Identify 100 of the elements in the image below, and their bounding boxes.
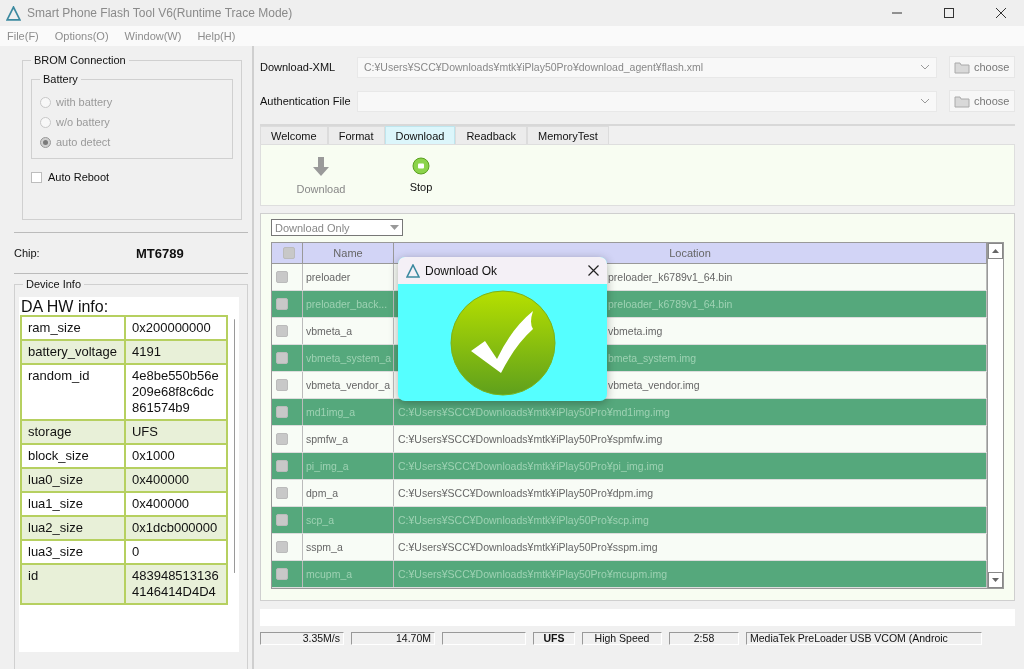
- table-cell: 4e8be550b56e209e68f8c6dc861574b9: [125, 364, 227, 420]
- table-cell: dpm_a: [306, 487, 339, 499]
- logo-icon: [406, 263, 420, 278]
- table-cell: scp_a: [306, 514, 335, 526]
- table-cell: C:¥Users¥SCC¥Downloads¥mtk¥iPlay50Pro¥sspm.img: [398, 541, 658, 553]
- table-cell: 0x1000: [125, 444, 227, 468]
- table-cell: id: [21, 564, 125, 604]
- chip-value: MT6789: [136, 245, 184, 261]
- table-cell: ram_size: [21, 316, 125, 340]
- table-cell: storage: [21, 420, 125, 444]
- group-title: Battery: [40, 73, 81, 85]
- path-dropdown[interactable]: C:¥Users¥SCC¥Downloads¥mtk¥iPlay50Pro¥download_agent¥flash.xml: [357, 56, 937, 78]
- dialog-title: Download Ok: [425, 263, 499, 278]
- stop-button[interactable]: Stop: [391, 157, 451, 205]
- path-dropdown[interactable]: [357, 90, 937, 112]
- info-heading: DA HW info:: [20, 297, 110, 315]
- scrollbar[interactable]: [234, 319, 235, 573]
- column-header[interactable]: Name: [303, 243, 394, 263]
- table-cell: vbmeta_a: [306, 325, 353, 337]
- group-title: Device Info: [23, 278, 85, 290]
- row-checkbox[interactable]: [276, 460, 288, 472]
- table-cell: md1img_a: [306, 406, 356, 418]
- table-cell: preloader_back...: [306, 298, 388, 310]
- status-field: 2:58: [669, 632, 739, 645]
- table-cell: vbmeta_vendor.img: [608, 379, 700, 391]
- chip-label: Chip:: [14, 247, 41, 259]
- row-checkbox[interactable]: [276, 271, 288, 283]
- scroll-up-button[interactable]: [988, 243, 1003, 259]
- row-checkbox[interactable]: [276, 433, 288, 445]
- status-field: 14.70M: [351, 632, 435, 645]
- scroll-down-button[interactable]: [988, 572, 1003, 588]
- table-cell: C:¥Users¥SCC¥Downloads¥mtk¥iPlay50Pro¥dpm.img: [398, 487, 654, 499]
- field-label: Download-XML: [260, 61, 337, 73]
- table-cell: C:¥Users¥SCC¥Downloads¥mtk¥iPlay50Pro¥md1img.img: [398, 406, 670, 418]
- table-cell: C:¥Users¥SCC¥Downloads¥mtk¥iPlay50Pro¥mcupm.img: [398, 568, 668, 580]
- table-cell: lua3_size: [21, 540, 125, 564]
- table-cell: vbmeta_vendor_a: [306, 379, 391, 391]
- table-cell: 0x400000: [125, 468, 227, 492]
- scrollbar[interactable]: [987, 243, 1003, 588]
- table-cell: pi_img_a: [306, 460, 349, 472]
- status-field: High Speed: [582, 632, 662, 645]
- down-arrow-icon: [312, 157, 330, 177]
- table-cell: bmeta_system.img: [608, 352, 697, 364]
- chevron-down-icon: [920, 64, 930, 70]
- status-field: MediaTek PreLoader USB VCOM (Androic: [746, 632, 982, 645]
- close-icon: [996, 8, 1006, 18]
- row-checkbox[interactable]: [276, 298, 288, 310]
- up-arrow-icon: [992, 249, 999, 253]
- window-title: Smart Phone Flash Tool V6(Runtime Trace Mode): [27, 6, 294, 20]
- field-label: Authentication File: [260, 95, 352, 107]
- table-cell: vbmeta_system_a: [306, 352, 392, 364]
- table-cell: sspm_a: [306, 541, 343, 553]
- table-cell: C:¥Users¥SCC¥Downloads¥mtk¥iPlay50Pro¥pi_img.img: [398, 460, 664, 472]
- table-cell: 0: [125, 540, 227, 564]
- table-cell: block_size: [21, 444, 125, 468]
- mode-dropdown[interactable]: Download Only: [271, 219, 403, 236]
- maximize-icon: [944, 8, 954, 18]
- row-checkbox[interactable]: [276, 541, 288, 553]
- row-checkbox[interactable]: [276, 487, 288, 499]
- table-cell: preloader_k6789v1_64.bin: [608, 271, 733, 283]
- menu-item[interactable]: Options(O): [54, 30, 109, 42]
- group-title: BROM Connection: [31, 54, 129, 66]
- choose-button[interactable]: choose: [949, 90, 1015, 112]
- table-cell: spmfw_a: [306, 433, 348, 445]
- status-field: 3.35M/s: [260, 632, 344, 645]
- table-cell: mcupm_a: [306, 568, 353, 580]
- table-cell: preloader_k6789v1_64.bin: [608, 298, 733, 310]
- table-cell: preloader: [306, 271, 351, 283]
- menu-item[interactable]: File(F): [7, 30, 39, 42]
- checkmark-icon: [448, 288, 557, 397]
- table-cell: C:¥Users¥SCC¥Downloads¥mtk¥iPlay50Pro¥scp.img: [398, 514, 649, 526]
- menu-item[interactable]: Help(H): [197, 30, 236, 42]
- row-checkbox[interactable]: [276, 406, 288, 418]
- table-cell: 0x1dcb000000: [125, 516, 227, 540]
- table-cell: 0x400000: [125, 492, 227, 516]
- table-cell: 0x200000000: [125, 316, 227, 340]
- folder-icon: [954, 94, 970, 108]
- table-cell: battery_voltage: [21, 340, 125, 364]
- close-icon[interactable]: [588, 265, 599, 276]
- row-checkbox[interactable]: [276, 514, 288, 526]
- row-checkbox[interactable]: [276, 379, 288, 391]
- table-cell: lua1_size: [21, 492, 125, 516]
- row-checkbox[interactable]: [276, 352, 288, 364]
- down-arrow-icon: [992, 578, 999, 582]
- folder-icon: [954, 60, 970, 74]
- auto-reboot-checkbox[interactable]: Auto Reboot: [31, 167, 233, 187]
- table-cell: 4191: [125, 340, 227, 364]
- row-checkbox[interactable]: [276, 325, 288, 337]
- stop-icon: [412, 157, 430, 175]
- table-cell: 4839485131364146414D4D4: [125, 564, 227, 604]
- row-checkbox[interactable]: [276, 568, 288, 580]
- table-cell: UFS: [125, 420, 227, 444]
- table-cell: random_id: [21, 364, 125, 420]
- select-all-checkbox[interactable]: [282, 247, 295, 259]
- table-cell: lua0_size: [21, 468, 125, 492]
- logo-icon: [6, 5, 21, 21]
- menu-item[interactable]: Window(W): [124, 30, 182, 42]
- status-field: UFS: [533, 632, 575, 645]
- table-cell: C:¥Users¥SCC¥Downloads¥mtk¥iPlay50Pro¥spmfw.img: [398, 433, 663, 445]
- choose-button[interactable]: choose: [949, 56, 1015, 78]
